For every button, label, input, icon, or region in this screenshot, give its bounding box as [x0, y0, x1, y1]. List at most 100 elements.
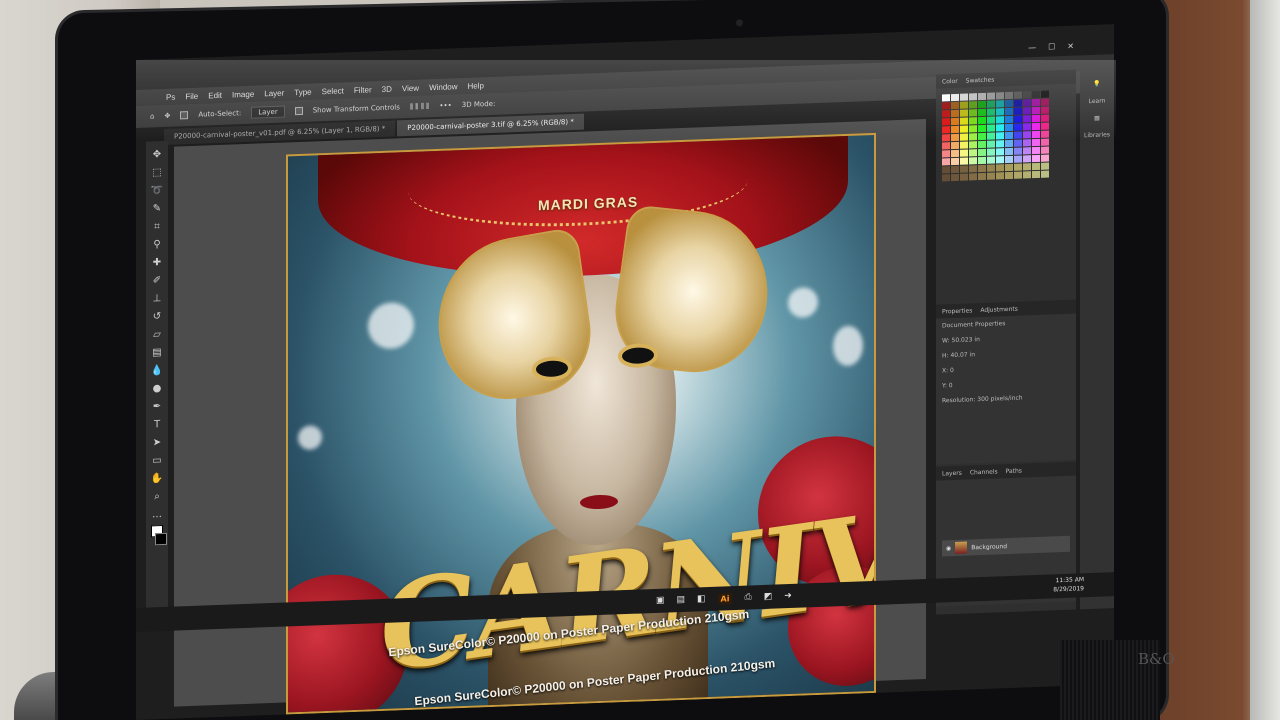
tab-properties[interactable]: Properties	[942, 307, 972, 315]
marquee-icon[interactable]: ⬚	[150, 165, 164, 180]
tab-swatches[interactable]: Swatches	[966, 76, 995, 84]
menu-help[interactable]: Help	[468, 81, 484, 91]
color-swatch[interactable]	[1023, 131, 1031, 139]
blur-icon[interactable]: 💧	[150, 363, 164, 378]
move-tool-icon[interactable]: ✥	[164, 112, 170, 120]
color-swatch[interactable]	[1005, 131, 1013, 140]
color-swatch[interactable]	[1023, 107, 1031, 115]
color-swatch[interactable]	[960, 101, 968, 109]
color-swatch[interactable]	[960, 93, 968, 101]
learn-label[interactable]: Learn	[1089, 97, 1106, 105]
photoshop-icon[interactable]: ◩	[764, 592, 773, 602]
color-swatch[interactable]	[969, 133, 977, 141]
color-swatch[interactable]	[1032, 154, 1040, 163]
color-swatch[interactable]	[1014, 139, 1022, 147]
color-swatch[interactable]	[987, 100, 995, 108]
color-swatch[interactable]	[1023, 139, 1031, 147]
color-swatch[interactable]	[951, 101, 959, 110]
color-swatch[interactable]	[996, 108, 1004, 116]
color-swatch[interactable]	[1041, 162, 1049, 170]
dodge-icon[interactable]: ●	[150, 381, 164, 396]
color-swatch[interactable]	[942, 166, 950, 174]
color-swatch[interactable]	[996, 148, 1004, 156]
tab-color[interactable]: Color	[942, 77, 958, 85]
color-swatch[interactable]	[1032, 106, 1040, 115]
color-swatch[interactable]	[987, 164, 995, 172]
eye-icon[interactable]: ◉	[946, 545, 951, 552]
color-swatch[interactable]	[960, 141, 968, 149]
color-swatch[interactable]	[951, 173, 959, 182]
color-swatch[interactable]	[978, 156, 986, 165]
color-swatch[interactable]	[1041, 122, 1049, 130]
printer-icon[interactable]: ⎙	[744, 592, 751, 602]
color-swatch[interactable]	[987, 132, 995, 140]
illustrator-icon[interactable]: Ai	[717, 592, 733, 605]
quick-select-icon[interactable]: ✎	[150, 201, 164, 216]
color-swatch[interactable]	[1014, 91, 1022, 99]
menu-file[interactable]: File	[185, 91, 198, 100]
path-select-icon[interactable]: ➤	[150, 435, 164, 450]
color-swatch[interactable]	[960, 157, 968, 165]
eraser-icon[interactable]: ▱	[150, 327, 164, 342]
color-swatch[interactable]	[960, 165, 968, 173]
color-swatch[interactable]	[996, 172, 1004, 180]
menu-window[interactable]: Window	[429, 82, 457, 92]
minimize-icon[interactable]: —	[1028, 43, 1036, 52]
home-icon[interactable]: ⌂	[150, 112, 154, 120]
color-swatch[interactable]	[969, 165, 977, 173]
color-swatch[interactable]	[942, 134, 950, 142]
color-swatch[interactable]	[996, 124, 1004, 132]
color-swatch[interactable]	[1032, 122, 1040, 131]
libraries-icon[interactable]: ▦	[1094, 115, 1100, 122]
color-swatch[interactable]	[1023, 147, 1031, 155]
color-swatch[interactable]	[1041, 130, 1049, 138]
color-swatch[interactable]	[969, 173, 977, 181]
color-swatch[interactable]	[1023, 115, 1031, 123]
color-swatch[interactable]	[978, 116, 986, 125]
color-swatch[interactable]	[1032, 146, 1040, 155]
color-swatch[interactable]	[996, 140, 1004, 148]
color-swatch[interactable]	[978, 108, 986, 117]
color-swatch[interactable]	[1014, 107, 1022, 115]
lasso-icon[interactable]: ➰	[150, 183, 164, 198]
libraries-label[interactable]: Libraries	[1084, 131, 1110, 139]
color-swatch[interactable]	[951, 93, 959, 102]
color-swatch[interactable]	[960, 149, 968, 157]
color-swatch[interactable]	[951, 117, 959, 126]
color-swatch[interactable]	[1032, 162, 1040, 171]
color-swatch[interactable]	[942, 150, 950, 158]
color-swatch[interactable]	[1014, 155, 1022, 163]
transform-checkbox[interactable]	[294, 106, 303, 116]
color-swatch[interactable]	[969, 101, 977, 109]
color-swatch[interactable]	[1032, 138, 1040, 147]
system-clock[interactable]: 11:35 AM 8/29/2019	[1053, 575, 1084, 594]
color-swatch[interactable]	[1041, 90, 1049, 98]
more-icon[interactable]: •••	[439, 101, 451, 109]
color-swatch[interactable]	[987, 124, 995, 132]
type-icon[interactable]: T	[150, 417, 164, 432]
tab-paths[interactable]: Paths	[1006, 467, 1022, 475]
color-swatch[interactable]	[969, 109, 977, 117]
color-swatch[interactable]	[978, 148, 986, 157]
color-swatch[interactable]	[951, 149, 959, 158]
tab-adjustments[interactable]: Adjustments	[980, 305, 1018, 313]
menu-image[interactable]: Image	[232, 89, 254, 99]
color-swatch[interactable]	[996, 132, 1004, 140]
color-swatch[interactable]	[1005, 163, 1013, 172]
arrow-app-icon[interactable]: ➜	[784, 591, 792, 601]
color-swatch[interactable]	[1014, 123, 1022, 131]
color-swatch[interactable]	[978, 164, 986, 173]
color-swatch[interactable]	[978, 100, 986, 109]
tab-layers[interactable]: Layers	[942, 469, 962, 477]
brush-icon[interactable]: ✐	[150, 273, 164, 288]
color-swatch[interactable]	[1041, 146, 1049, 154]
learn-icon[interactable]: 💡	[1093, 81, 1100, 88]
color-swatch[interactable]	[978, 172, 986, 181]
menu-filter[interactable]: Filter	[354, 85, 372, 95]
color-swatch[interactable]	[978, 140, 986, 149]
color-swatch[interactable]	[1005, 147, 1013, 156]
color-swatch[interactable]	[1032, 90, 1040, 99]
color-swatch[interactable]	[942, 174, 950, 182]
color-swatch[interactable]	[987, 116, 995, 124]
eyedropper-icon[interactable]: ⚲	[150, 237, 164, 252]
